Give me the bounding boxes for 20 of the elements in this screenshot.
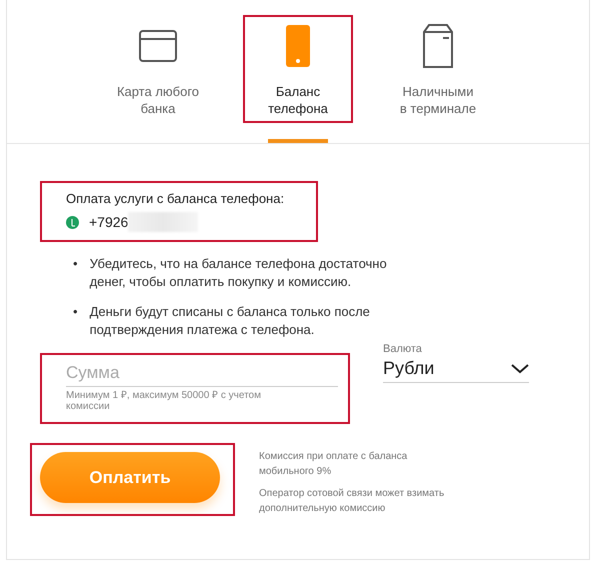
terminal-icon [423,24,453,68]
field-label: Валюта [383,343,423,355]
amount-field[interactable]: Сумма [66,359,338,387]
operator-icon [66,216,79,228]
fee-note: Комиссия при оплате с баланса мобильного 9% [259,450,408,479]
note-text: Деньги будут списаны с баланса только после подтверждения платежа с телефона. [90,303,371,339]
bullet: • [73,303,78,321]
bullet: • [73,255,78,273]
fee-note: Оператор сотовой связи может взимать дополнительную комиссию [259,487,446,516]
phone-number: +7926 [89,214,128,230]
payment-method-tab[interactable]: Карта любого банка [103,15,213,123]
note-text: Убедитесь, что на балансе телефона достаточно денег, чтобы оплатить покупку и комиссию. [90,255,388,291]
phone-icon [286,25,310,67]
chevron-icon [511,364,529,374]
payment-method-tab[interactable]: Наличными в терминале [383,15,493,123]
card-icon [138,29,178,63]
currency-select[interactable]: Рубли [383,355,529,383]
payment-method-tab[interactable]: Баланс телефона [243,15,353,123]
section-title: Оплата услуги с баланса телефона: [66,191,286,206]
field-hint: Минимум 1 ₽, максимум 50000 ₽ с учетом комиссии [66,390,262,412]
